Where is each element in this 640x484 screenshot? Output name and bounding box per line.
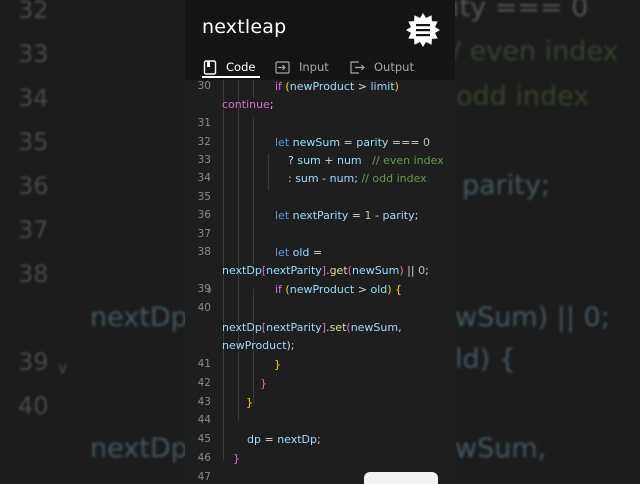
output-icon (350, 60, 365, 74)
line-number: 40 (197, 302, 211, 314)
code-line: if (newProduct > limit) (275, 80, 399, 93)
line-number: 47 (197, 471, 211, 480)
phone-screen: nextleap Code Input Output 30 if (newPro… (185, 0, 455, 480)
bg-line-number: 39 (18, 348, 49, 376)
tab-input-label: Input (299, 60, 329, 74)
line-number: 43 (197, 396, 211, 408)
indent-guide (238, 80, 239, 420)
bg-code-fragment: nextDp (90, 302, 188, 333)
code-line: } (233, 452, 240, 465)
code-line-wrap: continue; (222, 98, 274, 111)
indent-guide (268, 154, 269, 190)
code-line-wrap: nextDp[nextParity].set(newSum, (222, 321, 402, 334)
bg-code-fragment: wSum) || 0; (455, 302, 610, 333)
line-number: 32 (197, 136, 211, 148)
app-header: nextleap (185, 0, 455, 56)
bg-line-number: 35 (18, 128, 49, 156)
line-number: 31 (197, 117, 211, 129)
tab-code[interactable]: Code (203, 56, 255, 78)
code-line-wrap: newProduct); (222, 339, 295, 352)
line-number: 34 (197, 172, 211, 184)
code-line: let old = (275, 246, 323, 259)
code-line: : sum - num; // odd index (288, 172, 427, 185)
line-number: 42 (197, 377, 211, 389)
line-number: 45 (197, 433, 211, 445)
line-number: 44 (197, 414, 211, 426)
line-number: 41 (197, 358, 211, 370)
bg-fold-chevron: v (58, 358, 68, 377)
hamburger-badge-icon[interactable] (406, 13, 440, 47)
line-number: 35 (197, 191, 211, 203)
bg-code-fragment: ity === 0 (452, 0, 589, 23)
code-editor[interactable]: 30 if (newProduct > limit) continue; 31 … (185, 80, 455, 480)
code-line-wrap: nextDp[nextParity].get(newSum) || 0; (222, 264, 429, 277)
bg-line-number: 36 (18, 172, 49, 200)
input-icon (275, 60, 290, 74)
code-line: if (newProduct > old) { (275, 283, 403, 296)
line-number: 38 (197, 246, 211, 258)
app-logo[interactable]: nextleap (202, 16, 286, 38)
code-line: let newSum = parity === 0 (275, 136, 431, 149)
indent-guide (253, 117, 254, 277)
bg-line-number: 34 (18, 84, 49, 112)
line-number: 46 (197, 452, 211, 464)
bg-line-number: 40 (18, 392, 49, 420)
tab-output[interactable]: Output (350, 56, 414, 78)
bg-code-fragment: odd index (456, 81, 590, 112)
code-line: } (274, 358, 281, 371)
tab-bar: Code Input Output (185, 56, 455, 81)
code-line: } (260, 377, 267, 390)
bg-line-number: 37 (18, 216, 49, 244)
bg-code-fragment: ld) { (455, 344, 516, 375)
line-number: 33 (197, 154, 211, 166)
line-number: 37 (197, 228, 211, 240)
code-line: dp = nextDp; (247, 433, 321, 446)
bg-line-number: 38 (18, 260, 49, 288)
file-icon (203, 59, 217, 75)
tab-code-label: Code (226, 60, 256, 74)
indent-guide (253, 80, 254, 98)
code-line: let nextParity = 1 - parity; (275, 209, 419, 222)
active-tab-indicator (202, 76, 260, 78)
code-line: } (246, 396, 253, 409)
bg-code-fragment: wSum, (455, 433, 547, 464)
bg-code-fragment: / even index (452, 36, 619, 67)
tab-input[interactable]: Input (275, 56, 329, 78)
line-number: 30 (197, 80, 211, 92)
bg-code-fragment: parity; (462, 170, 550, 201)
bottom-action-button[interactable] (364, 472, 438, 484)
bg-line-number: 32 (18, 0, 49, 24)
code-line: ? sum + num // even index (288, 154, 444, 167)
bg-code-fragment: nextDp (90, 433, 188, 464)
fold-chevron-icon[interactable]: v (207, 286, 212, 295)
bg-line-number: 33 (18, 40, 49, 68)
tab-output-label: Output (374, 60, 414, 74)
line-number: 36 (197, 209, 211, 221)
